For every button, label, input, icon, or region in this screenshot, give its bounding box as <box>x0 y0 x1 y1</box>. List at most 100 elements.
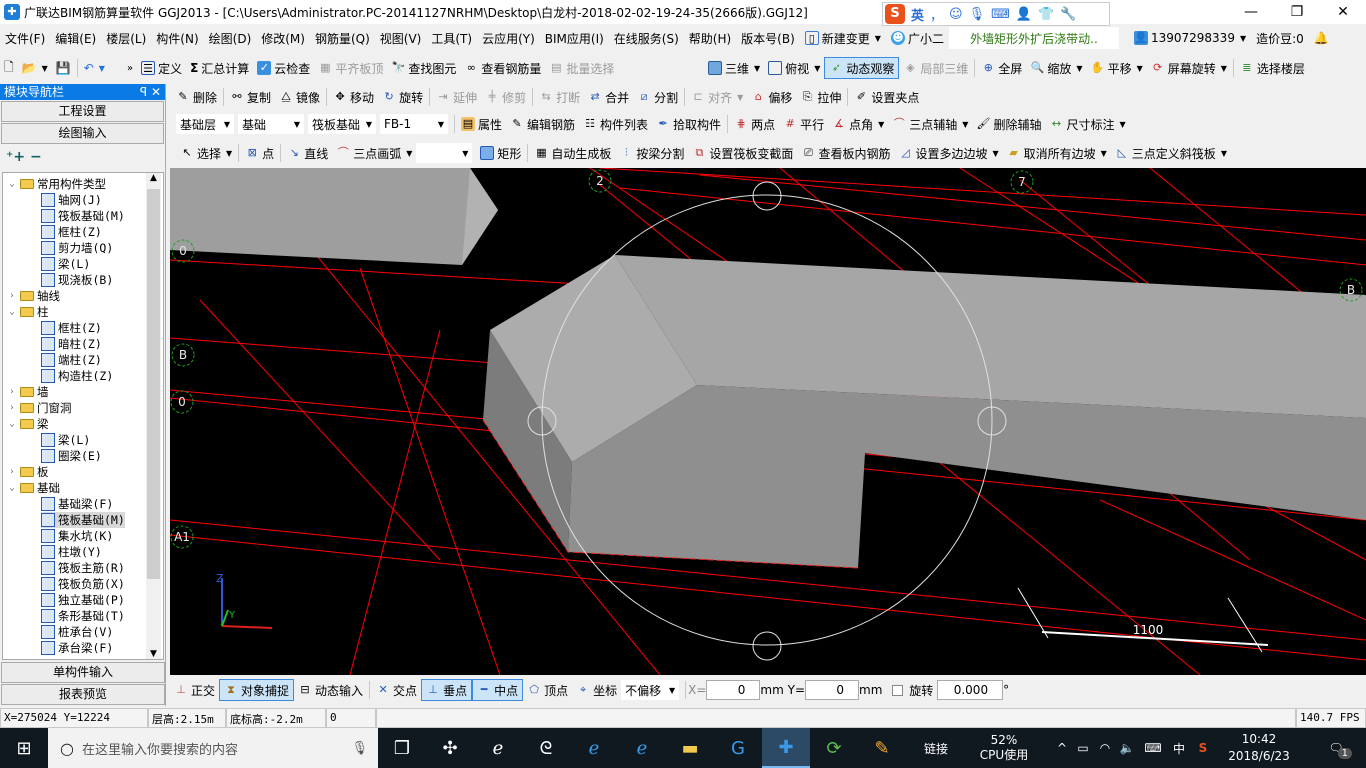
notice-link[interactable]: 外墙矩形外扩后浇带动.. <box>948 27 1119 49</box>
ortho-button[interactable]: ⊥ 正交 <box>170 679 219 701</box>
zoom-button[interactable]: 🔍 缩放 ▼ <box>1026 57 1086 79</box>
battery-icon[interactable]: ▭ <box>1072 741 1094 755</box>
vertex-snap-button[interactable]: ⬠ 顶点 <box>523 679 572 701</box>
file-explorer-icon[interactable]: ▬ <box>666 728 714 768</box>
arc-mode-select[interactable]: ▼ <box>416 143 473 163</box>
parallel-axis-button[interactable]: # 平行 <box>779 113 828 135</box>
ime-lang[interactable]: 英 <box>911 5 924 24</box>
ie-icon[interactable]: ℯ <box>474 728 522 768</box>
collapse-all-icon[interactable]: − <box>30 149 42 165</box>
x-input[interactable]: 0 <box>706 680 761 700</box>
orbit-button[interactable]: ➶ 动态观察 <box>824 57 900 79</box>
menu-version[interactable]: 版本号(B) <box>736 27 800 49</box>
screen-rotate-button[interactable]: ⟳ 屏幕旋转 ▼ <box>1147 57 1231 79</box>
object-snap-button[interactable]: ⧗ 对象捕捉 <box>219 679 295 701</box>
tree-item[interactable]: 轴网(J) <box>41 192 102 208</box>
pan-button[interactable]: ✋ 平移 ▼ <box>1087 57 1147 79</box>
ie-blue-icon[interactable]: ℯ <box>618 728 666 768</box>
rectangle-button[interactable]: 矩形 <box>476 142 525 164</box>
tree-folder[interactable]: › 门窗洞 <box>7 400 71 416</box>
notification-center-icon[interactable]: 🗨 1 <box>1316 741 1356 759</box>
tree-item[interactable]: 暗柱(Z) <box>41 336 102 352</box>
menu-edit[interactable]: 编辑(E) <box>50 27 101 49</box>
y-input[interactable]: 0 <box>805 680 860 700</box>
line-button[interactable]: ↘ 直线 <box>283 142 332 164</box>
tree-folder[interactable]: ⌄ 梁 <box>7 416 48 432</box>
tree-item[interactable]: 条形基础(T) <box>41 608 125 624</box>
trim-button[interactable]: ╪ 修剪 <box>481 86 530 108</box>
shirt-icon[interactable]: 👕 <box>1038 7 1054 22</box>
minimize-button[interactable]: — <box>1228 0 1274 24</box>
menu-help[interactable]: 帮助(H) <box>684 27 736 49</box>
3d-viewport[interactable]: 2 7 B B 0 A1 0 1100 Z Y <box>169 167 1366 676</box>
select-floor-button[interactable]: ≣ 选择楼层 <box>1236 57 1309 79</box>
delete-axis-button[interactable]: 🖌 删除辅轴 <box>972 113 1045 135</box>
set-slopes-button[interactable]: ◿ 设置多边边坡 ▼ <box>894 142 1002 164</box>
rotate-checkbox[interactable] <box>892 684 904 696</box>
tree-item[interactable]: 剪力墙(Q) <box>41 240 113 256</box>
ime-toolbar[interactable]: S 英 ， ☺ 🎙 ⌨ 👤 👕 🔧 <box>882 2 1110 26</box>
project-settings-button[interactable]: 工程设置 <box>1 101 164 122</box>
close-button[interactable]: ✕ <box>1320 0 1366 24</box>
two-point-axis-button[interactable]: ⋕ 两点 <box>730 113 779 135</box>
close-panel-icon[interactable]: ✕ <box>151 85 161 99</box>
wifi-icon[interactable]: ◠ <box>1094 741 1116 755</box>
three-point-axis-button[interactable]: ⌒ 三点辅轴 ▼ <box>888 113 972 135</box>
stretch-button[interactable]: ⎘ 拉伸 <box>796 86 845 108</box>
break-button[interactable]: ⇆ 打断 <box>535 86 584 108</box>
pin-icon[interactable]: ꟼ <box>140 85 147 99</box>
tree-folder[interactable]: › 轴线 <box>7 288 60 304</box>
cloud-check-button[interactable]: ✓ 云检查 <box>253 57 314 79</box>
find-element-button[interactable]: 🔭 查找图元 <box>387 57 460 79</box>
chevron-down-icon[interactable]: ⌄ <box>7 179 17 189</box>
batch-select-button[interactable]: ▤ 批量选择 <box>545 57 618 79</box>
component-select[interactable]: FB-1 ▼ <box>380 114 448 134</box>
menu-tools[interactable]: 工具(T) <box>426 27 477 49</box>
emoji-icon[interactable]: ☺ <box>949 7 963 22</box>
tree-item[interactable]: 筏板主筋(R) <box>41 560 125 576</box>
menu-file[interactable]: 文件(F) <box>0 27 50 49</box>
align-slab-top-button[interactable]: ▦ 平齐板顶 <box>314 57 387 79</box>
tree-folder[interactable]: ⌄ 常用构件类型 <box>7 176 106 192</box>
tree-item[interactable]: 梁(L) <box>41 256 90 272</box>
delete-button[interactable]: ✎ 删除 <box>172 86 221 108</box>
app-fan-icon[interactable]: ✣ <box>426 728 474 768</box>
tree-item[interactable]: 承台梁(F) <box>41 640 113 656</box>
chevron-down-icon[interactable]: ⌄ <box>7 307 17 317</box>
tree-item[interactable]: 筏板负筋(X) <box>41 576 125 592</box>
menu-draw[interactable]: 绘图(D) <box>204 27 257 49</box>
define-button[interactable]: ☰ 定义 <box>137 57 186 79</box>
coordinate-snap-button[interactable]: ⌖ 坐标 <box>572 679 621 701</box>
dimension-button[interactable]: ↔ 尺寸标注 ▼ <box>1045 113 1129 135</box>
menu-cloud[interactable]: 云应用(Y) <box>477 27 540 49</box>
tree-folder[interactable]: ⌄ 柱 <box>7 304 48 320</box>
split-button[interactable]: ⧄ 分割 <box>633 86 682 108</box>
account-button[interactable]: 👤 13907298339 ▼ <box>1129 27 1251 49</box>
new-change-button[interactable]: ▯ 新建变更 ▼ <box>800 27 886 49</box>
tree-item[interactable]: 筏板基础(M) <box>41 208 125 224</box>
keyboard-icon[interactable]: ⌨ <box>1138 741 1168 755</box>
open-file-icon[interactable]: 📂 ▼ <box>18 57 52 79</box>
tree-item[interactable]: 现浇板(B) <box>41 272 113 288</box>
summary-calc-button[interactable]: Σ 汇总计算 <box>186 57 253 79</box>
fullscreen-button[interactable]: ⊕ 全屏 <box>977 57 1026 79</box>
perpendicular-snap-button[interactable]: ⊥ 垂点 <box>421 679 473 701</box>
local-3d-button[interactable]: ◈ 局部三维 <box>899 57 972 79</box>
tree-folder[interactable]: › 墙 <box>7 384 48 400</box>
variable-section-button[interactable]: ⧉ 设置筏板变截面 <box>688 142 797 164</box>
start-button[interactable]: ⊞ <box>0 728 48 768</box>
tree-item[interactable]: 独立基础(P) <box>41 592 125 608</box>
category-select[interactable]: 基础 ▼ <box>238 114 304 134</box>
sloped-slab-button[interactable]: ◺ 三点定义斜筏板 ▼ <box>1111 142 1231 164</box>
input-lang[interactable]: 中 <box>1168 740 1190 757</box>
menu-modify[interactable]: 修改(M) <box>256 27 310 49</box>
merge-button[interactable]: ⇄ 合并 <box>584 86 633 108</box>
top-view-button[interactable]: 俯视 ▼ <box>764 57 824 79</box>
tree-item[interactable]: 圈梁(E) <box>41 448 102 464</box>
arc-button[interactable]: ⌒ 三点画弧 ▼ <box>332 142 416 164</box>
tree-item[interactable]: 框柱(Z) <box>41 224 102 240</box>
tree-item[interactable]: 端柱(Z) <box>41 352 102 368</box>
mic-icon[interactable]: 🎙 <box>351 741 368 756</box>
midpoint-snap-button[interactable]: ━ 中点 <box>472 679 524 701</box>
point-button[interactable]: ⊠ 点 <box>241 142 278 164</box>
